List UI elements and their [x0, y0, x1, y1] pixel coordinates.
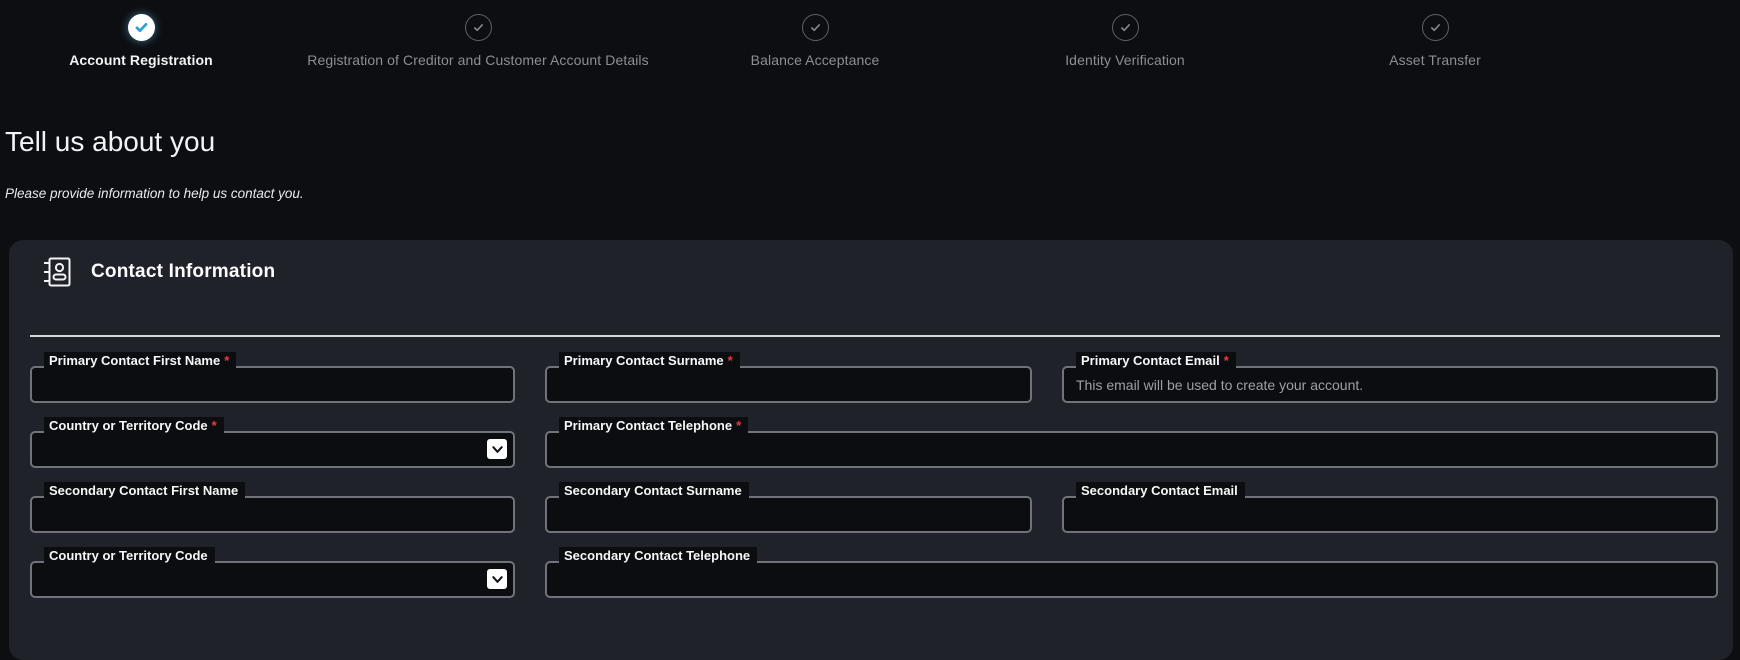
field-primary-contact-telephone: Primary Contact Telephone* [545, 431, 1718, 468]
field-secondary-contact-first-name: Secondary Contact First Name [30, 496, 515, 533]
address-book-icon [43, 256, 73, 288]
page-title: Tell us about you [5, 126, 215, 158]
check-circle-icon [802, 14, 829, 41]
field-label: Secondary Contact Email [1076, 482, 1245, 502]
chevron-down-icon [487, 439, 507, 459]
required-asterisk: * [212, 418, 217, 433]
contact-form: Primary Contact First Name* Primary Cont… [30, 366, 1718, 598]
field-primary-contact-surname: Primary Contact Surname* [545, 366, 1032, 403]
field-primary-contact-first-name: Primary Contact First Name* [30, 366, 515, 403]
field-secondary-country-code: Country or Territory Code [30, 561, 515, 598]
wizard-stepper: Account Registration Registration of Cre… [0, 14, 1740, 100]
field-secondary-contact-telephone: Secondary Contact Telephone [545, 561, 1718, 598]
section-divider [30, 335, 1720, 337]
field-primary-contact-email: Primary Contact Email* [1062, 366, 1718, 403]
step-asset-transfer[interactable]: Asset Transfer [1235, 14, 1635, 68]
field-secondary-contact-surname: Secondary Contact Surname [545, 496, 1032, 533]
page-subtitle: Please provide information to help us co… [5, 186, 304, 201]
field-label: Secondary Contact Surname [559, 482, 749, 502]
chevron-down-icon [487, 569, 507, 589]
field-label: Secondary Contact Telephone [559, 547, 757, 567]
field-secondary-contact-email: Secondary Contact Email [1062, 496, 1718, 533]
required-asterisk: * [736, 418, 741, 433]
field-label: Primary Contact Telephone* [559, 417, 748, 437]
check-circle-icon [128, 14, 155, 41]
field-primary-country-code: Country or Territory Code* [30, 431, 515, 468]
field-label: Primary Contact First Name* [44, 352, 236, 372]
field-label: Primary Contact Surname* [559, 352, 740, 372]
contact-information-card: Contact Information Primary Contact Firs… [9, 240, 1733, 660]
step-label: Asset Transfer [1235, 52, 1635, 68]
field-label: Country or Territory Code* [44, 417, 224, 437]
check-circle-icon [1112, 14, 1139, 41]
required-asterisk: * [1224, 353, 1229, 368]
check-circle-icon [465, 14, 492, 41]
check-circle-icon [1422, 14, 1449, 41]
field-label: Country or Territory Code [44, 547, 215, 567]
required-asterisk: * [224, 353, 229, 368]
required-asterisk: * [728, 353, 733, 368]
field-label: Secondary Contact First Name [44, 482, 245, 502]
section-title: Contact Information [91, 261, 275, 283]
card-header: Contact Information [43, 253, 275, 291]
field-label: Primary Contact Email* [1076, 352, 1236, 372]
